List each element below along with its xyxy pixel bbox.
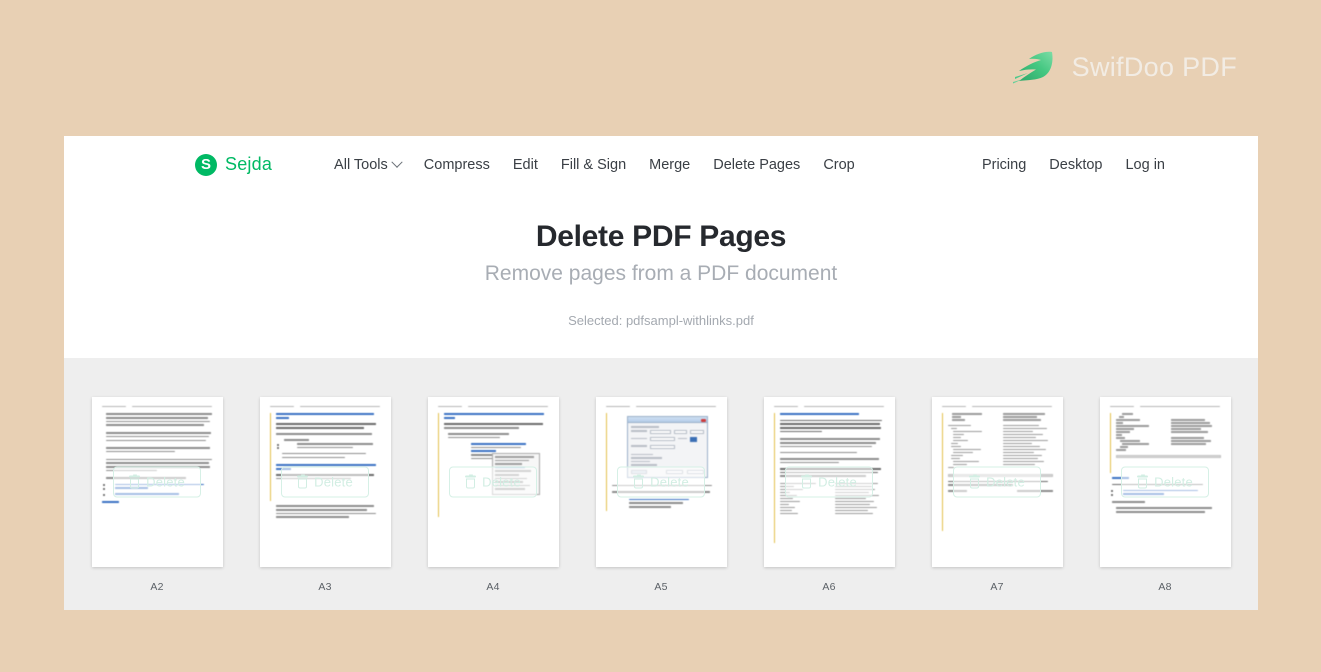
- delete-button-label: Delete: [1154, 474, 1193, 490]
- product-name: SwifDoo PDF: [1071, 51, 1237, 82]
- trash-icon: [129, 474, 141, 489]
- page-label-a3: A3: [318, 581, 332, 593]
- pages-strip: Delete A2 Delete A3 Delete A4 Delete A5 …: [91, 397, 1231, 610]
- delete-button-label: Delete: [146, 474, 185, 490]
- page-card: Delete A6: [763, 397, 895, 610]
- swifdoo-branding: SwifDoo PDF: [1012, 46, 1237, 88]
- chevron-down-icon: [391, 156, 403, 168]
- delete-button-label: Delete: [482, 474, 521, 490]
- delete-button-label: Delete: [650, 474, 689, 490]
- nav-item-merge[interactable]: Merge: [649, 157, 690, 173]
- delete-page-button-a7[interactable]: Delete: [953, 466, 1041, 498]
- trash-icon: [297, 474, 309, 489]
- delete-page-button-a6[interactable]: Delete: [785, 466, 873, 498]
- nav-item-delete-pages[interactable]: Delete Pages: [713, 157, 800, 173]
- page-card: Delete A4: [427, 397, 559, 610]
- page-thumbnail-a3[interactable]: Delete: [259, 397, 391, 567]
- delete-page-button-a5[interactable]: Delete: [617, 466, 705, 498]
- page-label-a2: A2: [150, 581, 164, 593]
- page-label-a7: A7: [990, 581, 1004, 593]
- trash-icon: [465, 474, 477, 489]
- page-thumbnail-a8[interactable]: Delete: [1099, 397, 1231, 567]
- sejda-logo[interactable]: S Sejda: [195, 153, 273, 176]
- page-card: Delete A2: [91, 397, 223, 610]
- hero-section: Delete PDF Pages Remove pages from a PDF…: [64, 193, 1258, 358]
- page-title: Delete PDF Pages: [535, 220, 787, 253]
- trash-icon: [969, 474, 981, 489]
- nav-item-all-tools[interactable]: All Tools: [334, 156, 403, 173]
- top-navigation-bar: S Sejda All Tools Compress Edit Fill & S…: [64, 136, 1258, 193]
- page-label-a6: A6: [822, 581, 836, 593]
- sejda-logo-text: Sejda: [225, 154, 273, 174]
- nav-item-pricing[interactable]: Pricing: [982, 157, 1026, 173]
- page-label-a4: A4: [486, 581, 500, 593]
- nav-item-desktop[interactable]: Desktop: [1049, 157, 1102, 173]
- page-subtitle: Remove pages from a PDF document: [484, 262, 838, 285]
- delete-page-button-a3[interactable]: Delete: [281, 466, 369, 498]
- trash-icon: [1137, 474, 1149, 489]
- page-thumbnail-a5[interactable]: Delete: [595, 397, 727, 567]
- page-thumbnail-a7[interactable]: Delete: [931, 397, 1063, 567]
- page-thumbnail-a6[interactable]: Delete: [763, 397, 895, 567]
- sejda-logo-mark: S: [195, 153, 217, 176]
- page-thumbnail-a2[interactable]: Delete: [91, 397, 223, 567]
- pages-thumbnail-panel: Delete A2 Delete A3 Delete A4 Delete A5 …: [64, 358, 1258, 610]
- swift-bird-icon: [1012, 51, 1053, 84]
- nav-left-group: S Sejda All Tools Compress Edit Fill & S…: [195, 153, 855, 176]
- page-label-a5: A5: [654, 581, 668, 593]
- sejda-app-window: S Sejda All Tools Compress Edit Fill & S…: [64, 136, 1258, 610]
- delete-page-button-a8[interactable]: Delete: [1121, 466, 1209, 498]
- page-card: Delete A3: [259, 397, 391, 610]
- delete-button-label: Delete: [314, 474, 353, 490]
- nav-item-login[interactable]: Log in: [1125, 157, 1165, 173]
- nav-item-edit[interactable]: Edit: [513, 157, 538, 173]
- delete-button-label: Delete: [986, 474, 1025, 490]
- nav-items: All Tools Compress Edit Fill & Sign Merg…: [334, 156, 855, 173]
- page-thumbnail-a4[interactable]: Delete: [427, 397, 559, 567]
- delete-button-label: Delete: [818, 474, 857, 490]
- page-label-a8: A8: [1158, 581, 1172, 593]
- nav-item-crop[interactable]: Crop: [823, 157, 854, 173]
- trash-icon: [801, 474, 813, 489]
- nav-right-group: Pricing Desktop Log in: [982, 157, 1165, 173]
- delete-page-button-a4[interactable]: Delete: [449, 466, 537, 498]
- page-card: Delete A5: [595, 397, 727, 610]
- page-card: Delete A7: [931, 397, 1063, 610]
- nav-item-fill-and-sign[interactable]: Fill & Sign: [561, 157, 626, 173]
- selected-file-label: Selected: pdfsampl-withlinks.pdf: [568, 313, 754, 328]
- nav-item-all-tools-label: All Tools: [334, 156, 388, 173]
- trash-icon: [633, 474, 645, 489]
- delete-page-button-a2[interactable]: Delete: [113, 466, 201, 498]
- nav-item-compress[interactable]: Compress: [424, 157, 490, 173]
- page-card: Delete A8: [1099, 397, 1231, 610]
